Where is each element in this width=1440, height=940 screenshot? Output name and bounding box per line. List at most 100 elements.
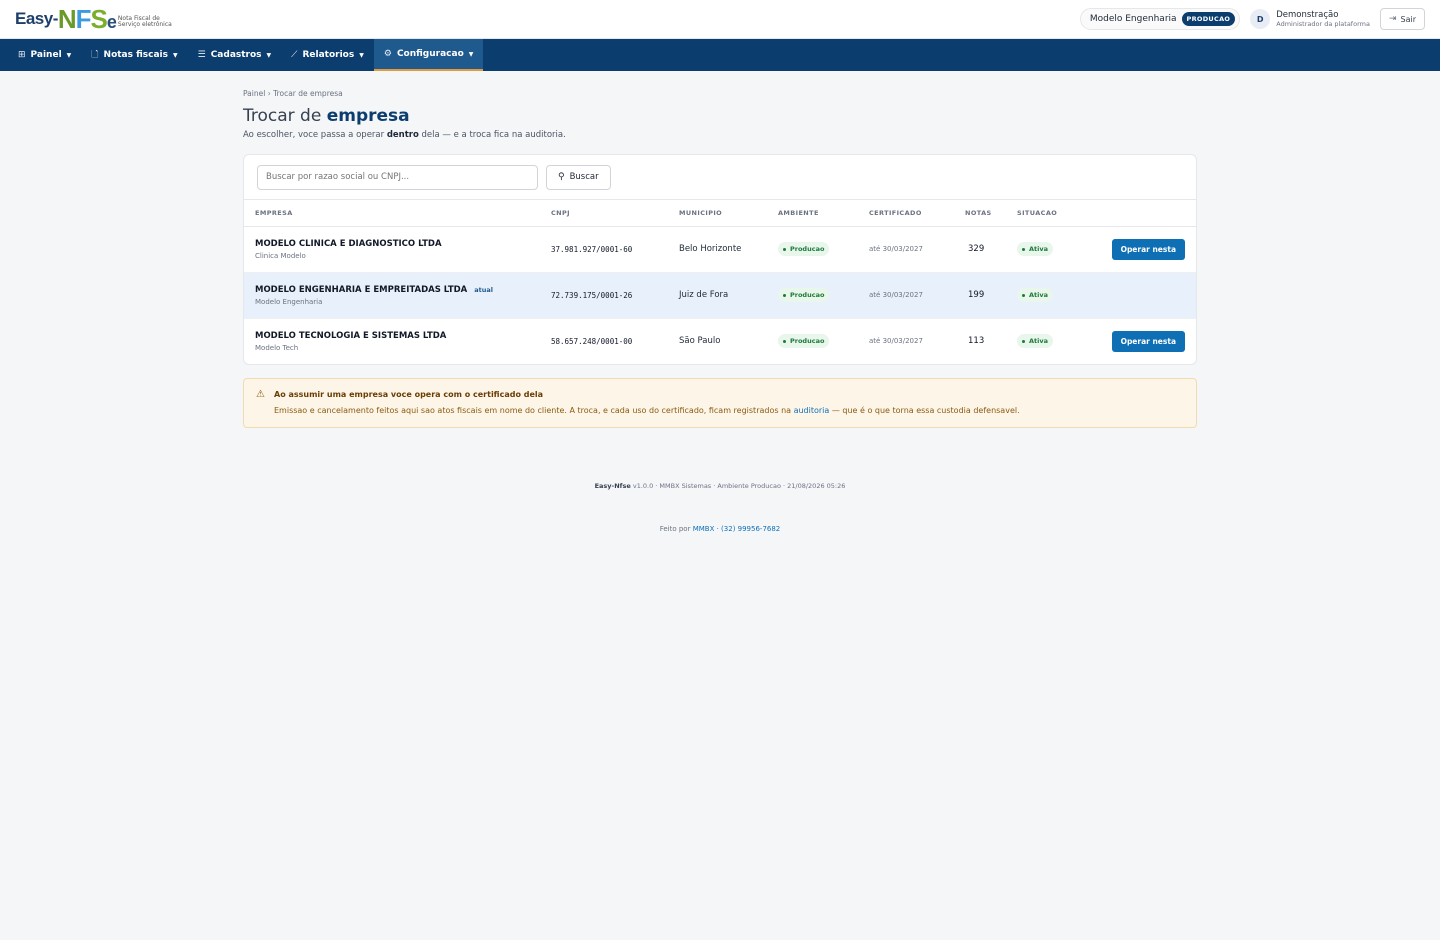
environment-pill: Producao [778, 242, 830, 256]
chevron-down-icon: ▼ [173, 51, 178, 59]
column-header-actions [1107, 200, 1196, 227]
chevron-down-icon: ▼ [468, 50, 474, 58]
warning-icon: ⚠ [256, 389, 265, 400]
environment-pill: Producao [778, 288, 830, 302]
environment-pill: Producao [778, 334, 830, 349]
table-row: MODELO CLINICA E DIAGNOSTICO LTDA Clinic… [244, 226, 1196, 273]
status-dot-icon [1022, 339, 1025, 343]
status-dot-icon [783, 293, 786, 297]
current-tag: atual [474, 285, 493, 294]
municipio-cell: Belo Horizonte [679, 226, 778, 273]
breadcrumb: Painel › Trocar de empresa [243, 89, 343, 98]
logo-text-easy: Easy- [15, 9, 58, 28]
ambiente-cell: Producao [778, 272, 869, 319]
company-name: MODELO TECNOLOGIA E SISTEMAS LTDA [255, 330, 447, 341]
nav-item-notas-fiscais[interactable]: 🗋 Notas fiscais ▼ [81, 39, 187, 71]
column-header[interactable]: EMPRESA [244, 200, 551, 227]
nav-label: Painel [30, 50, 62, 60]
column-header[interactable]: NOTAS [965, 200, 1017, 227]
search-icon: ⚲ [558, 172, 565, 182]
status-badge: Ativa [1017, 288, 1053, 302]
warning-body: Emissao e cancelamento feitos aqui sao a… [274, 406, 1020, 415]
warning-title: Ao assumir uma empresa voce opera com o … [274, 390, 544, 399]
nav-item-painel[interactable]: ⊞ Painel ▼ [8, 39, 81, 71]
operate-button[interactable]: Operar nesta [1111, 330, 1185, 352]
status-dot-icon [783, 247, 786, 251]
user-role: Administrador da plataforma [1276, 19, 1370, 28]
footer-credits: Feito por MMBX · (32) 99956-7682 [659, 525, 781, 533]
page-subtitle: Ao escolher, voce passa a operar dentro … [243, 130, 566, 140]
column-header[interactable]: CNPJ [551, 200, 679, 227]
cnpj-cell: 37.981.927/0001-60 [551, 226, 679, 273]
certificado-cell: até 30/03/2027 [869, 272, 965, 319]
logout-label: Sair [1400, 14, 1417, 24]
company-name: MODELO CLINICA E DIAGNOSTICO LTDA [255, 238, 442, 249]
nav-item-relatorios[interactable]: ⟋ Relatorios ▼ [281, 39, 374, 71]
user-name: Demonstração [1276, 9, 1339, 20]
status-badge: Ativa [1017, 334, 1053, 349]
table-header-row: EMPRESA CNPJ MUNICIPIO AMBIENTE CERTIFIC… [244, 200, 1196, 227]
action-cell [1107, 272, 1196, 319]
company-cell: MODELO CLINICA E DIAGNOSTICO LTDA Clinic… [244, 226, 551, 273]
current-company-pill[interactable]: Modelo Engenharia PRODUCAO [1079, 8, 1241, 30]
list-icon: ☰ [197, 50, 206, 60]
chevron-down-icon: ▼ [66, 51, 72, 59]
status-dot-icon [1022, 247, 1025, 251]
audit-link[interactable]: auditoria [794, 406, 830, 415]
nav-item-configuracao[interactable]: ⚙ Configuracao ▼ [373, 39, 484, 71]
nav-label: Relatorios [302, 50, 355, 60]
nav-label: Notas fiscais [103, 50, 168, 60]
gear-icon: ⚙ [383, 49, 392, 59]
nav-label: Configuracao [396, 49, 464, 59]
logo-subtitle: Nota Fiscal de Serviço eletrônica [117, 15, 172, 28]
credits-link[interactable]: MMBX · (32) 99956-7682 [693, 525, 781, 533]
company-table: EMPRESA CNPJ MUNICIPIO AMBIENTE CERTIFIC… [244, 200, 1196, 364]
municipio-cell: Juiz de Fora [679, 272, 778, 319]
chart-icon: ⟋ [291, 50, 298, 60]
main-nav: ⊞ Painel ▼ 🗋 Notas fiscais ▼ ☰ Cadastros… [0, 39, 1440, 71]
certificado-cell: até 30/03/2027 [869, 337, 923, 346]
company-cell: MODELO ENGENHARIA E EMPREITADAS LTDA atua… [244, 272, 551, 319]
nav-item-cadastros[interactable]: ☰ Cadastros ▼ [188, 39, 282, 71]
notas-cell: 329 [965, 226, 1017, 273]
notas-cell: 199 [965, 272, 1017, 319]
footer-version: Easy-Nfse v1.0.0 · MMBX Sistemas · Ambie… [594, 482, 846, 490]
search-bar: ⚲ Buscar [244, 155, 1196, 200]
status-dot-icon [1022, 293, 1025, 297]
cnpj-cell: 58.657.248/0001-00 [551, 336, 633, 346]
situacao-cell: Ativa [1017, 226, 1107, 273]
document-icon: 🗋 [91, 50, 99, 60]
chevron-down-icon: ▼ [266, 51, 272, 59]
company-trade-name: Modelo Tech [255, 343, 299, 352]
logout-button[interactable]: ⇥ Sair [1379, 8, 1425, 30]
certificate-warning: ⚠ Ao assumir uma empresa voce opera com … [243, 378, 1197, 428]
column-header[interactable]: AMBIENTE [778, 200, 869, 227]
column-header[interactable]: CERTIFICADO [869, 200, 965, 227]
company-list-card: ⚲ Buscar EMPRESA CNPJ MUNICIPIO AMBIENTE… [243, 154, 1197, 365]
table-row-current: MODELO ENGENHARIA E EMPREITADAS LTDA atua… [244, 272, 1196, 319]
user-menu[interactable]: D Demonstração Administrador da platafor… [1250, 9, 1370, 29]
situacao-cell: Ativa [1017, 272, 1107, 319]
chevron-down-icon: ▼ [359, 51, 364, 59]
company-cell: MODELO TECNOLOGIA E SISTEMAS LTDA Modelo… [244, 318, 551, 364]
situacao-cell: Ativa [1017, 318, 1107, 364]
company-name: MODELO ENGENHARIA E EMPREITADAS LTDA [255, 284, 468, 295]
company-name-line: MODELO ENGENHARIA E EMPREITADAS LTDA atua… [255, 285, 551, 295]
app-logo[interactable]: Easy- NFSe Nota Fiscal de Serviço eletrô… [15, 0, 178, 39]
dashboard-icon: ⊞ [18, 50, 26, 60]
current-company-name: Modelo Engenharia [1089, 14, 1177, 24]
cnpj-cell: 72.739.175/0001-26 [551, 272, 679, 319]
search-input[interactable] [257, 164, 538, 190]
logout-icon: ⇥ [1388, 14, 1397, 24]
certificado-cell: até 30/03/2027 [869, 226, 965, 273]
search-button[interactable]: ⚲ Buscar [546, 164, 611, 190]
page-title: Trocar de empresa [243, 106, 410, 126]
logo-text-nfse: NFSe [57, 4, 117, 34]
company-trade-name: Clinica Modelo [255, 251, 306, 260]
ambiente-cell: Producao [778, 226, 869, 273]
status-badge: Ativa [1017, 242, 1053, 256]
column-header[interactable]: SITUACAO [1017, 200, 1107, 227]
operate-button[interactable]: Operar nesta [1111, 238, 1185, 260]
column-header[interactable]: MUNICIPIO [679, 200, 778, 227]
table-row: MODELO TECNOLOGIA E SISTEMAS LTDA Modelo… [244, 318, 1196, 364]
